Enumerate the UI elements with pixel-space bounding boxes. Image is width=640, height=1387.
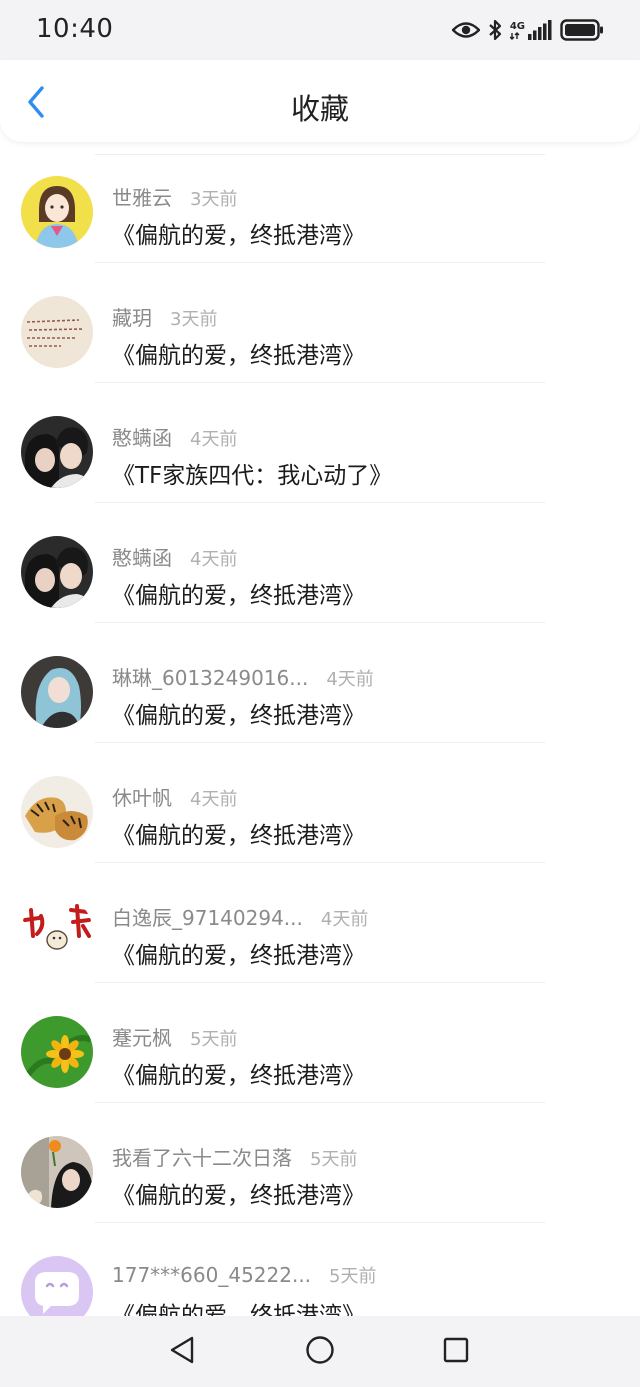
girl-flower-avatar[interactable] (21, 1136, 93, 1208)
item-meta: 琳琳_6013249016... 4天前 (112, 662, 374, 690)
user-name: 白逸辰_97140294... (112, 906, 303, 930)
page-title: 收藏 (290, 92, 349, 126)
default-chat-avatar[interactable] (21, 1256, 93, 1316)
user-name: 憨螨函 (112, 546, 172, 570)
time-ago: 4天前 (190, 789, 238, 810)
status-bar: 10:40 4G (0, 0, 640, 60)
time-ago: 4天前 (326, 669, 374, 690)
user-name: 憨螨函 (112, 426, 172, 450)
list-item[interactable]: 憨螨函 4天前 《偏航的爱，终抵港湾》 (0, 502, 640, 623)
list-item[interactable]: 177***660_45222... 5天前 《偏航的爱，终抵港湾》 (0, 1222, 640, 1316)
item-meta: 我看了六十二次日落 5天前 (112, 1142, 358, 1170)
item-meta: 世雅云 3天前 (112, 182, 238, 210)
time-ago: 5天前 (190, 1029, 238, 1050)
recents-square-icon (442, 1336, 470, 1368)
list-item[interactable]: 我看了六十二次日落 5天前 《偏航的爱，终抵港湾》 (0, 1102, 640, 1223)
item-meta: 177***660_45222... 5天前 (112, 1262, 377, 1288)
user-name: 藏玥 (112, 306, 152, 330)
list-item[interactable]: 琳琳_6013249016... 4天前 《偏航的爱，终抵港湾》 (0, 622, 640, 743)
work-title: 《偏航的爱，终抵港湾》 (112, 703, 365, 729)
list-item[interactable]: 憨螨函 4天前 《TF家族四代：我心动了》 (0, 382, 640, 503)
nav-back-button[interactable] (162, 1332, 202, 1372)
back-triangle-icon (168, 1335, 196, 1369)
item-meta: 憨螨函 4天前 (112, 542, 238, 570)
app-header: 收藏 (0, 60, 640, 142)
blue-hair-girl-avatar[interactable] (21, 656, 93, 728)
system-navigation-bar (0, 1316, 640, 1387)
status-icons: 4G (451, 14, 604, 46)
work-title: 《偏航的爱，终抵港湾》 (112, 823, 365, 849)
girl-illustration-avatar[interactable] (21, 176, 93, 248)
calligraphy-dog-avatar[interactable] (21, 896, 93, 968)
list-item[interactable]: 世雅云 3天前 《偏航的爱，终抵港湾》 (0, 142, 640, 263)
network-type-label: 4G (509, 21, 525, 32)
signal-icon: 4G (509, 20, 552, 40)
work-title: 《偏航的爱，终抵港湾》 (112, 583, 365, 609)
couple-photo-avatar[interactable] (21, 416, 93, 488)
time-ago: 5天前 (310, 1149, 358, 1170)
work-title: 《偏航的爱，终抵港湾》 (112, 1303, 365, 1316)
couple-photo-avatar[interactable] (21, 536, 93, 608)
time-ago: 4天前 (190, 549, 238, 570)
handwriting-avatar[interactable] (21, 296, 93, 368)
item-meta: 憨螨函 4天前 (112, 422, 238, 450)
tiger-avatar[interactable] (21, 776, 93, 848)
home-circle-icon (305, 1335, 335, 1369)
list-item[interactable]: 藏玥 3天前 《偏航的爱，终抵港湾》 (0, 262, 640, 383)
sunflower-avatar[interactable] (21, 1016, 93, 1088)
time-ago: 5天前 (329, 1266, 377, 1287)
nav-home-button[interactable] (300, 1332, 340, 1372)
favorites-list[interactable]: 世雅云 3天前 《偏航的爱，终抵港湾》 藏玥 3天前 《偏航的爱，终抵港湾》 憨… (0, 142, 640, 1316)
time-ago: 4天前 (190, 429, 238, 450)
work-title: 《偏航的爱，终抵港湾》 (112, 223, 365, 249)
user-name: 我看了六十二次日落 (112, 1146, 292, 1170)
user-name: 琳琳_6013249016... (112, 666, 309, 690)
item-meta: 蹇元枫 5天前 (112, 1022, 238, 1050)
list-item[interactable]: 休叶帆 4天前 《偏航的爱，终抵港湾》 (0, 742, 640, 863)
user-name: 休叶帆 (112, 786, 172, 810)
user-name: 蹇元枫 (112, 1026, 172, 1050)
favorites-screen: 10:40 4G 收藏 世雅云 3天前 《偏航的爱，终抵港湾》 藏玥 3天前 《… (0, 0, 640, 1387)
bluetooth-icon (488, 19, 502, 41)
battery-icon (560, 19, 604, 41)
item-meta: 白逸辰_97140294... 4天前 (112, 902, 369, 930)
list-item[interactable]: 蹇元枫 5天前 《偏航的爱，终抵港湾》 (0, 982, 640, 1103)
time-ago: 3天前 (170, 309, 218, 330)
work-title: 《TF家族四代：我心动了》 (112, 463, 393, 489)
work-title: 《偏航的爱，终抵港湾》 (112, 943, 365, 969)
user-name: 世雅云 (112, 186, 172, 210)
work-title: 《偏航的爱，终抵港湾》 (112, 343, 365, 369)
eye-icon (451, 21, 480, 39)
status-time: 10:40 (36, 14, 114, 44)
list-item[interactable]: 白逸辰_97140294... 4天前 《偏航的爱，终抵港湾》 (0, 862, 640, 983)
work-title: 《偏航的爱，终抵港湾》 (112, 1063, 365, 1089)
item-meta: 藏玥 3天前 (112, 302, 218, 330)
nav-recents-button[interactable] (436, 1332, 476, 1372)
time-ago: 4天前 (320, 909, 369, 930)
item-meta: 休叶帆 4天前 (112, 782, 238, 810)
time-ago: 3天前 (190, 189, 238, 210)
user-name: 177***660_45222... (112, 1263, 312, 1287)
work-title: 《偏航的爱，终抵港湾》 (112, 1183, 365, 1209)
